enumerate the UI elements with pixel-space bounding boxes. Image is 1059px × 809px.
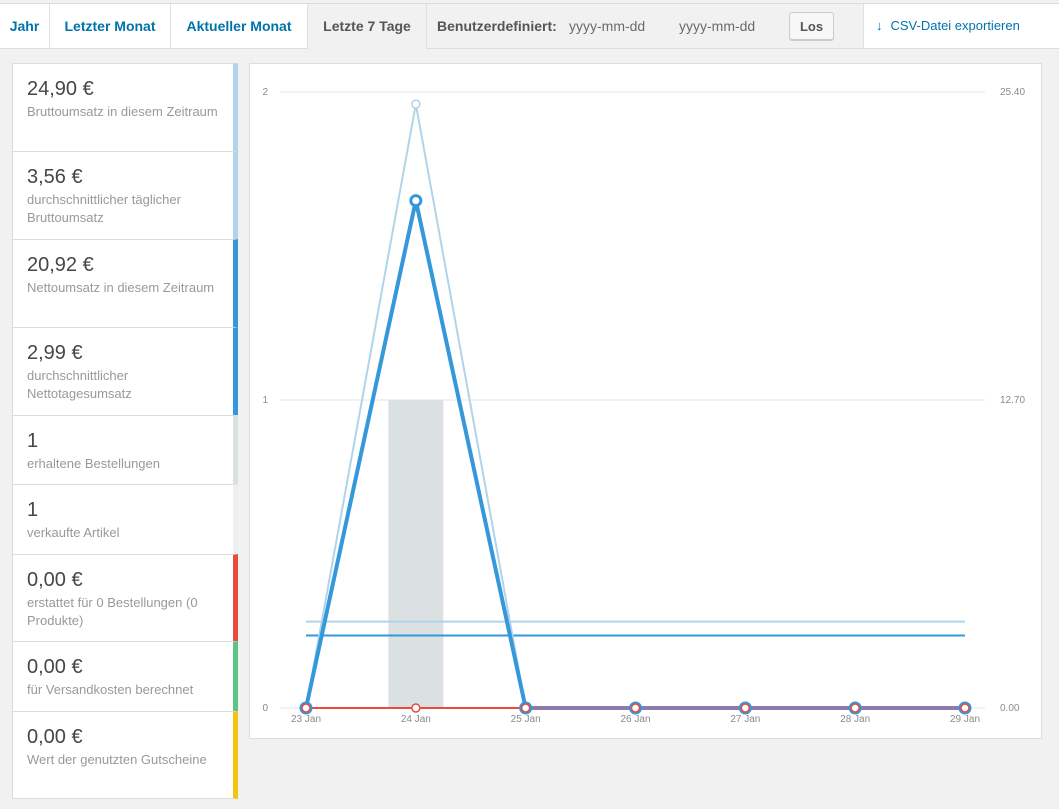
sales-chart-svg: 0 0.00 1 12.70 2 25.40 23 Jan 24 Jan 25 Jan 26 Ja… xyxy=(262,87,1025,725)
legend-description: durchschnittlicher Nettotagesumsatz xyxy=(27,368,132,401)
legend-description: erstattet für 0 Bestellungen (0 Produkte… xyxy=(27,595,198,628)
chart-legend: 24,90 € Bruttoumsatz in diesem Zeitraum … xyxy=(12,63,238,799)
legend-avg-gross-sales[interactable]: 3,56 € durchschnittlicher täglicher Brut… xyxy=(12,151,238,239)
legend-coupons[interactable]: 0,00 € Wert der genutzten Gutscheine xyxy=(12,711,238,799)
x-tick: 27 Jan xyxy=(730,714,760,725)
legend-gross-sales[interactable]: 24,90 € Bruttoumsatz in diesem Zeitraum xyxy=(12,63,238,151)
legend-description: Wert der genutzten Gutscheine xyxy=(27,752,207,767)
legend-description: erhaltene Bestellungen xyxy=(27,456,160,471)
legend-value: 0,00 € xyxy=(27,656,83,678)
legend-net-sales[interactable]: 20,92 € Nettoumsatz in diesem Zeitraum xyxy=(12,239,238,327)
x-tick: 28 Jan xyxy=(840,714,870,725)
data-point xyxy=(411,99,421,109)
legend-items-purchased[interactable]: 1 verkaufte Artikel xyxy=(12,484,238,554)
data-point xyxy=(411,703,421,713)
y-tick-right: 12.70 xyxy=(1000,395,1025,406)
legend-description: Bruttoumsatz in diesem Zeitraum xyxy=(27,104,218,119)
y-tick-right: 25.40 xyxy=(1000,87,1025,98)
report-range-tabs: Jahr Letzter Monat Aktueller Monat Letzt… xyxy=(0,3,1059,49)
go-button[interactable]: Los xyxy=(789,12,834,40)
custom-range: Benutzerdefiniert: Los xyxy=(427,4,864,48)
tab-year[interactable]: Jahr xyxy=(0,4,50,48)
sales-chart: 0 0.00 1 12.70 2 25.40 23 Jan 24 Jan 25 Jan 26 Ja… xyxy=(249,63,1042,739)
export-csv-label: CSV-Datei exportieren xyxy=(890,18,1020,33)
x-tick: 24 Jan xyxy=(401,714,431,725)
legend-value: 3,56 € xyxy=(27,166,83,188)
x-tick: 23 Jan xyxy=(291,714,321,725)
tab-last-7-days[interactable]: Letzte 7 Tage xyxy=(308,4,427,49)
legend-value: 1 xyxy=(27,499,39,521)
legend-value: 1 xyxy=(27,430,39,452)
legend-value: 0,00 € xyxy=(27,569,83,591)
legend-description: durchschnittlicher täglicher Bruttoumsat… xyxy=(27,192,181,225)
legend-description: verkaufte Artikel xyxy=(27,525,120,540)
end-date-input[interactable] xyxy=(679,16,779,36)
data-point xyxy=(409,194,423,208)
legend-value: 2,99 € xyxy=(27,342,83,364)
y-tick-left: 1 xyxy=(262,395,268,406)
x-tick: 26 Jan xyxy=(620,714,650,725)
chart-bar xyxy=(388,400,444,708)
legend-description: Nettoumsatz in diesem Zeitraum xyxy=(27,280,215,295)
data-point xyxy=(630,703,641,713)
data-point xyxy=(301,703,311,713)
legend-value: 20,92 € xyxy=(27,254,94,276)
legend-refunds[interactable]: 0,00 € erstattet für 0 Bestellungen (0 P… xyxy=(12,554,238,641)
export-csv-link[interactable]: ↓ CSV-Datei exportieren xyxy=(876,4,1020,48)
tab-last-month[interactable]: Letzter Monat xyxy=(50,4,171,48)
y-tick-left: 0 xyxy=(262,703,268,714)
legend-value: 24,90 € xyxy=(27,78,94,100)
data-point xyxy=(520,703,531,713)
legend-shipping[interactable]: 0,00 € für Versandkosten berechnet xyxy=(12,641,238,711)
custom-range-label: Benutzerdefiniert: xyxy=(437,18,557,34)
legend-avg-net-sales[interactable]: 2,99 € durchschnittlicher Nettotagesumsa… xyxy=(12,327,238,415)
x-tick: 29 Jan xyxy=(950,714,980,725)
download-arrow-icon: ↓ xyxy=(876,18,883,33)
data-point xyxy=(960,703,970,713)
tab-this-month[interactable]: Aktueller Monat xyxy=(171,4,308,48)
data-point xyxy=(740,703,751,713)
y-tick-right: 0.00 xyxy=(1000,703,1020,714)
legend-description: für Versandkosten berechnet xyxy=(27,682,194,697)
legend-orders-placed[interactable]: 1 erhaltene Bestellungen xyxy=(12,415,238,484)
start-date-input[interactable] xyxy=(569,16,669,36)
y-tick-left: 2 xyxy=(262,87,268,98)
data-point xyxy=(850,703,860,713)
legend-value: 0,00 € xyxy=(27,726,83,748)
x-tick: 25 Jan xyxy=(511,714,541,725)
